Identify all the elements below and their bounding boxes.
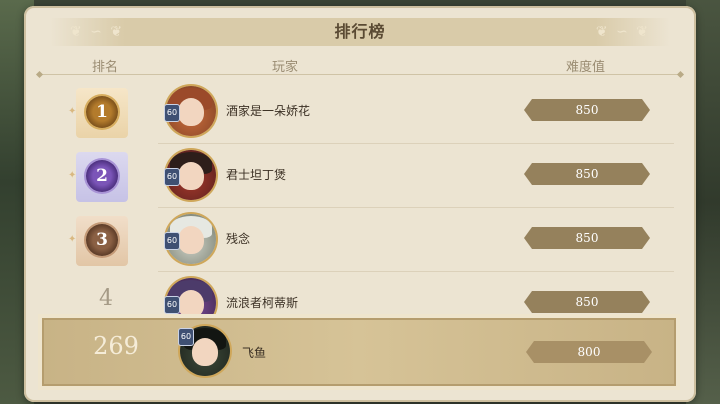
level-badge: 60: [178, 328, 194, 346]
score-value: 850: [575, 295, 599, 309]
rank-medal-bronze: ✦ 3: [68, 216, 128, 266]
banner-ornament-right: ❦ ∽ ❦: [595, 24, 650, 40]
rank-number: 4: [99, 286, 113, 311]
self-rank-number: 269: [93, 332, 139, 360]
score-pill: 800: [526, 341, 652, 363]
player-name: 君士坦丁煲: [226, 168, 287, 182]
rank-number: 2: [86, 160, 118, 192]
score-pill: 850: [524, 163, 650, 185]
rank-number: 1: [86, 96, 118, 128]
score-value: 850: [575, 103, 599, 117]
player-name: 流浪者柯蒂斯: [226, 296, 299, 310]
level-badge: 60: [164, 296, 180, 314]
score-pill: 850: [524, 227, 650, 249]
level-badge: 60: [164, 168, 180, 186]
score-pill: 850: [524, 99, 650, 121]
leaderboard-row[interactable]: ✦ 2 60 君士坦丁煲 850: [62, 144, 674, 208]
player-name: 酒家是一朵娇花: [226, 104, 311, 118]
rank-number: 3: [86, 224, 118, 256]
sparkle-icon: ✦: [68, 170, 77, 181]
leaderboard-row[interactable]: ✦ 1 60 酒家是一朵娇花 850: [62, 80, 674, 144]
score-value: 800: [577, 345, 601, 359]
sparkle-icon: ✦: [68, 234, 77, 245]
column-header-rank: 排名: [92, 60, 119, 75]
level-badge: 60: [164, 232, 180, 250]
level-badge: 60: [164, 104, 180, 122]
column-header-player: 玩家: [272, 60, 299, 75]
score-value: 850: [575, 231, 599, 245]
self-rank-row[interactable]: 269 60 飞鱼 800: [42, 318, 676, 386]
player-name: 残念: [226, 232, 251, 246]
rank-medal-purple: ✦ 2: [68, 152, 128, 202]
header-divider: [40, 74, 680, 75]
sparkle-icon: ✦: [68, 106, 77, 117]
column-header-score: 难度值: [566, 60, 606, 75]
score-value: 850: [575, 167, 599, 181]
score-pill: 850: [524, 291, 650, 313]
title-banner: ❦ ∽ ❦ 排行榜 ❦ ∽ ❦: [50, 18, 670, 46]
rank-medal-gold: ✦ 1: [68, 88, 128, 138]
self-player-name: 飞鱼: [242, 346, 267, 360]
leaderboard-row[interactable]: ✦ 3 60 残念 850: [62, 208, 674, 272]
